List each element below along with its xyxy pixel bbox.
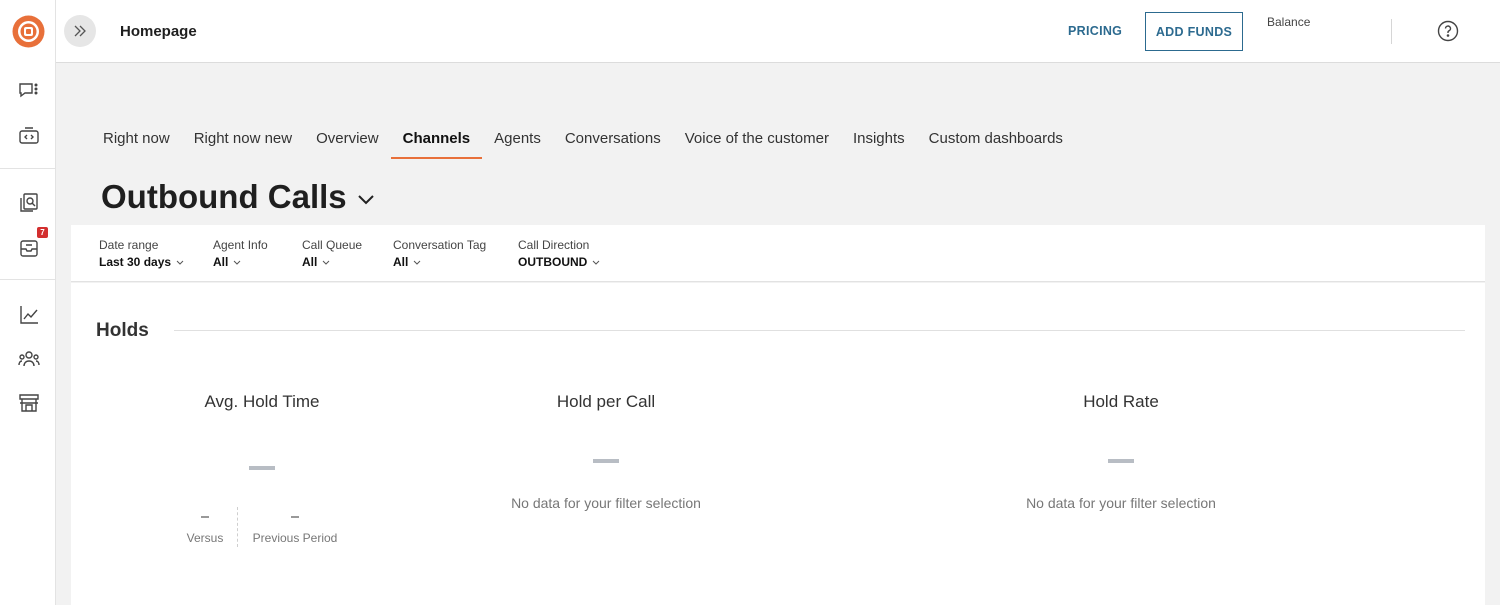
- hold-rate-empty-text: No data for your filter selection: [1026, 495, 1216, 511]
- filter-value: OUTBOUND: [518, 255, 588, 269]
- section-title: Holds: [96, 320, 149, 341]
- tab-voice-of-the-customer[interactable]: Voice of the customer: [673, 122, 841, 159]
- review-icon[interactable]: [17, 191, 41, 215]
- rail-divider: [0, 168, 56, 169]
- previous-period-label: Previous Period: [252, 531, 338, 545]
- page-title: Homepage: [120, 23, 197, 40]
- topbar-divider: [1391, 19, 1392, 44]
- chat-list-icon[interactable]: [17, 79, 41, 103]
- tab-channels[interactable]: Channels: [390, 122, 483, 159]
- versus-value: [201, 516, 209, 518]
- chevron-down-icon: [176, 260, 184, 265]
- code-box-icon[interactable]: [17, 124, 41, 148]
- add-funds-button[interactable]: ADD FUNDS: [1145, 12, 1243, 51]
- versus-label: Versus: [186, 531, 224, 545]
- report-title: Outbound Calls: [101, 178, 347, 215]
- report-tabs: Right now Right now new Overview Channel…: [91, 122, 1075, 160]
- chevron-down-icon: [592, 260, 600, 265]
- hold-per-call-value: [593, 459, 619, 463]
- top-bar: Homepage PRICING ADD FUNDS Balance: [56, 0, 1500, 63]
- filter-value: All: [213, 255, 229, 269]
- hold-rate-title: Hold Rate: [1083, 392, 1159, 411]
- rail-divider: [0, 279, 56, 280]
- tab-right-now[interactable]: Right now: [91, 122, 182, 159]
- filter-label: Date range: [99, 238, 159, 252]
- chart-icon[interactable]: [17, 303, 41, 327]
- date-range-filter[interactable]: Date range Last 30 days: [99, 238, 184, 269]
- filter-label: Agent Info: [213, 238, 268, 252]
- team-icon[interactable]: [17, 347, 41, 371]
- comparison-divider: [237, 507, 238, 547]
- tab-agents[interactable]: Agents: [482, 122, 553, 159]
- hold-rate-value: [1108, 459, 1134, 463]
- store-icon[interactable]: [17, 391, 41, 415]
- section-divider: [174, 330, 1465, 331]
- notification-badge: 7: [37, 227, 48, 238]
- report-selector[interactable]: Outbound Calls: [101, 178, 375, 216]
- hold-per-call-title: Hold per Call: [556, 392, 656, 411]
- previous-period-value: [291, 516, 299, 518]
- double-chevron-right-icon: [74, 25, 86, 37]
- avg-hold-time-title: Avg. Hold Time: [204, 392, 320, 411]
- tab-right-now-new[interactable]: Right now new: [182, 122, 304, 159]
- tab-overview[interactable]: Overview: [304, 122, 391, 159]
- help-icon[interactable]: [1437, 20, 1459, 42]
- filter-value: Last 30 days: [99, 255, 172, 269]
- filter-value: All: [302, 255, 318, 269]
- tab-custom-dashboards[interactable]: Custom dashboards: [917, 122, 1075, 159]
- chevron-down-icon: [322, 260, 330, 265]
- avg-hold-time-value: [249, 466, 275, 470]
- filter-label: Call Direction: [518, 238, 590, 252]
- expand-sidebar-button[interactable]: [64, 15, 96, 47]
- filter-bar: Date range Last 30 days Agent Info All C…: [71, 225, 1485, 282]
- hold-per-call-empty-text: No data for your filter selection: [511, 495, 701, 511]
- filter-label: Call Queue: [302, 238, 363, 252]
- left-rail: 7: [0, 0, 56, 605]
- pricing-link[interactable]: PRICING: [1068, 24, 1122, 38]
- conversation-tag-filter[interactable]: Conversation Tag All: [393, 238, 486, 269]
- tab-insights[interactable]: Insights: [841, 122, 917, 159]
- tab-conversations[interactable]: Conversations: [553, 122, 673, 159]
- holds-section: Holds Avg. Hold Time Versus Previous Per…: [71, 283, 1485, 605]
- inbox-icon[interactable]: [17, 236, 41, 260]
- call-direction-filter[interactable]: Call Direction OUTBOUND: [518, 238, 600, 269]
- agent-info-filter[interactable]: Agent Info All: [213, 238, 268, 269]
- filter-label: Conversation Tag: [393, 238, 487, 252]
- call-queue-filter[interactable]: Call Queue All: [302, 238, 362, 269]
- chevron-down-icon: [413, 260, 421, 265]
- chevron-down-icon: [357, 195, 374, 205]
- balance-label: Balance: [1267, 15, 1311, 29]
- logo-icon[interactable]: [12, 15, 45, 48]
- chevron-down-icon: [233, 260, 241, 265]
- filter-value: All: [393, 255, 409, 269]
